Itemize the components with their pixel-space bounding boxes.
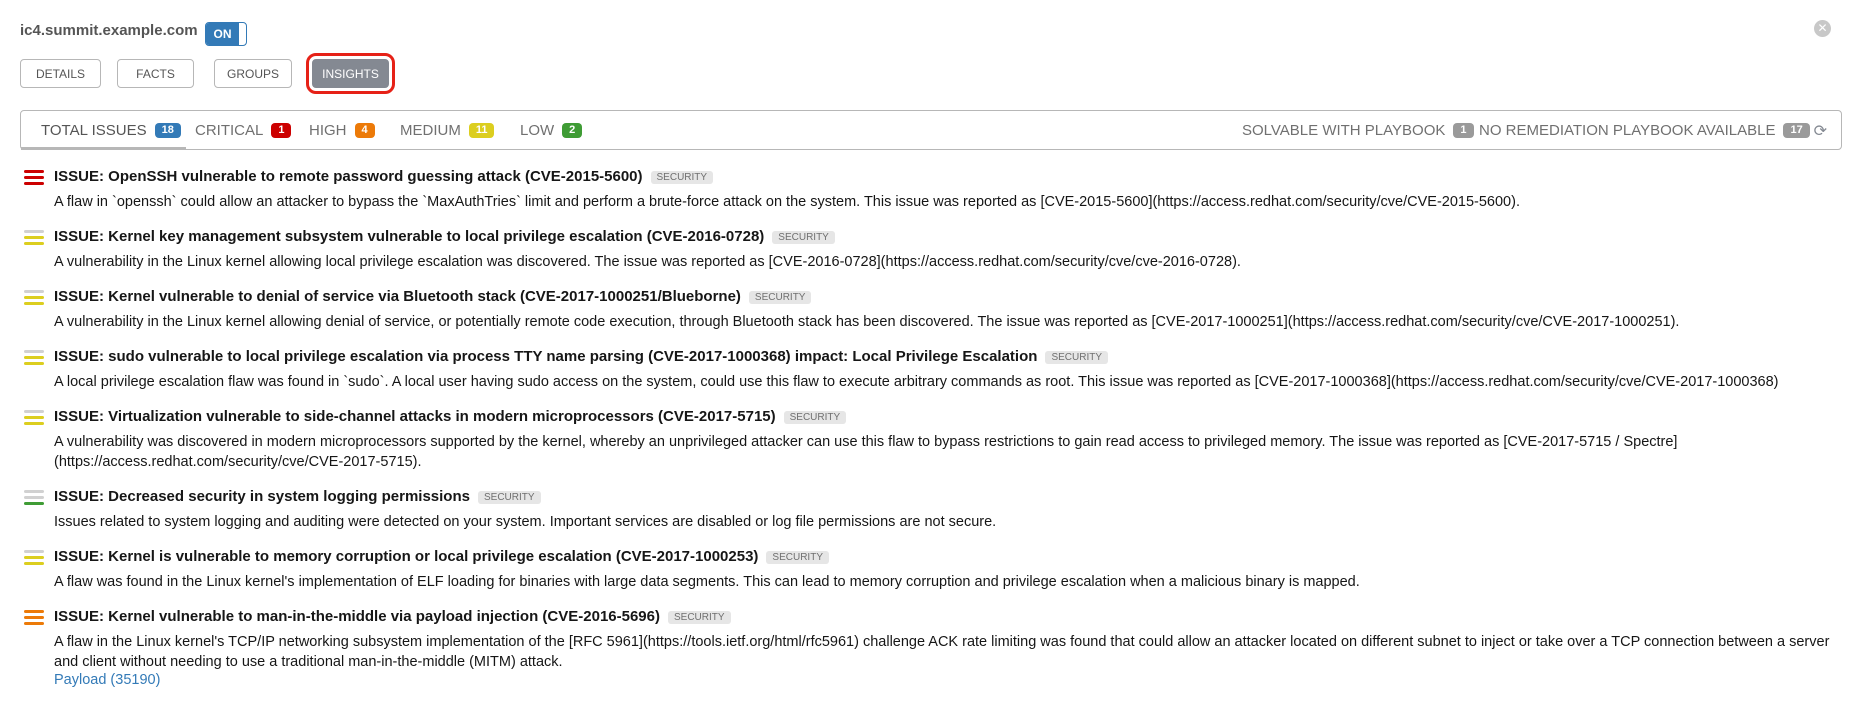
- issue-description: A flaw was found in the Linux kernel's i…: [54, 574, 1360, 590]
- filter-high[interactable]: HIGH 4: [309, 111, 375, 149]
- issue-title[interactable]: ISSUE: sudo vulnerable to local privileg…: [54, 348, 1108, 365]
- issue-title-text: ISSUE: Virtualization vulnerable to side…: [54, 408, 776, 425]
- filter-high-label: HIGH: [309, 121, 347, 139]
- security-tag: SECURITY: [783, 411, 847, 424]
- security-tag: SECURITY: [772, 231, 835, 244]
- issue-description: A vulnerability in the Linux kernel allo…: [54, 314, 1680, 330]
- issue-title-text: ISSUE: Kernel vulnerable to denial of se…: [54, 288, 741, 305]
- tab-insights[interactable]: INSIGHTS: [306, 53, 395, 94]
- total-count-badge: 18: [154, 122, 181, 138]
- issue-description: A flaw in the Linux kernel's TCP/IP netw…: [54, 634, 1830, 670]
- issue-title-text: ISSUE: Kernel vulnerable to man-in-the-m…: [54, 608, 660, 625]
- issue-title-text: ISSUE: sudo vulnerable to local privileg…: [54, 348, 1038, 365]
- selected-filter-indicator: [21, 147, 186, 150]
- filter-critical-label: CRITICAL: [195, 121, 264, 139]
- issue-description: A vulnerability in the Linux kernel allo…: [54, 254, 1241, 270]
- host-name: ic4.summit.example.com: [20, 22, 198, 39]
- close-icon[interactable]: ✕: [1814, 20, 1831, 37]
- issue-title[interactable]: ISSUE: Kernel vulnerable to man-in-the-m…: [54, 608, 731, 625]
- issue-description: A local privilege escalation flaw was fo…: [54, 374, 1779, 390]
- severity-medium-icon: [24, 230, 44, 250]
- filter-low[interactable]: LOW 2: [520, 111, 583, 149]
- security-tag: SECURITY: [748, 291, 812, 304]
- toggle-on-label: ON: [206, 23, 239, 45]
- issue-title-text: ISSUE: OpenSSH vulnerable to remote pass…: [54, 168, 643, 185]
- tab-details[interactable]: DETAILS: [20, 59, 101, 88]
- issue-title-text: ISSUE: Kernel key management subsystem v…: [54, 228, 765, 245]
- issue-title-text: ISSUE: Decreased security in system logg…: [54, 488, 470, 505]
- filter-critical[interactable]: CRITICAL 1: [195, 111, 292, 149]
- medium-count-badge: 11: [468, 122, 495, 138]
- filter-medium-label: MEDIUM: [400, 121, 461, 139]
- severity-critical-icon: [24, 170, 44, 190]
- filter-medium[interactable]: MEDIUM 11: [400, 111, 495, 149]
- severity-medium-icon: [24, 290, 44, 310]
- filter-solvable-label: SOLVABLE WITH PLAYBOOK: [1242, 121, 1446, 139]
- host-enabled-toggle[interactable]: ON: [205, 22, 247, 46]
- issue-description: A vulnerability was discovered in modern…: [54, 434, 1678, 470]
- severity-medium-icon: [24, 410, 44, 430]
- security-tag: SECURITY: [477, 491, 541, 504]
- issue-description: Issues related to system logging and aud…: [54, 514, 997, 530]
- issue-title-text: ISSUE: Kernel is vulnerable to memory co…: [54, 548, 759, 565]
- high-count-badge: 4: [354, 122, 375, 138]
- severity-filter-bar: TOTAL ISSUES 18 CRITICAL 1 HIGH 4 MEDIUM…: [20, 110, 1842, 150]
- filter-total-issues[interactable]: TOTAL ISSUES 18: [41, 111, 181, 149]
- solvable-count-badge: 1: [1453, 122, 1474, 138]
- issue-title[interactable]: ISSUE: Decreased security in system logg…: [54, 488, 541, 505]
- tab-facts[interactable]: FACTS: [117, 59, 194, 88]
- critical-count-badge: 1: [271, 122, 292, 138]
- filter-total-label: TOTAL ISSUES: [41, 121, 147, 139]
- issue-title[interactable]: ISSUE: Kernel vulnerable to denial of se…: [54, 288, 812, 305]
- issue-title[interactable]: ISSUE: Virtualization vulnerable to side…: [54, 408, 847, 425]
- filter-solvable-with-playbook[interactable]: SOLVABLE WITH PLAYBOOK 1: [1242, 111, 1474, 149]
- issue-title[interactable]: ISSUE: Kernel is vulnerable to memory co…: [54, 548, 829, 565]
- severity-medium-icon: [24, 550, 44, 570]
- security-tag: SECURITY: [650, 171, 714, 184]
- security-tag: SECURITY: [1045, 351, 1108, 364]
- severity-low-icon: [24, 490, 44, 510]
- security-tag: SECURITY: [766, 551, 829, 564]
- no-playbook-count-badge: 17: [1783, 122, 1810, 138]
- filter-low-label: LOW: [520, 121, 555, 139]
- issue-title[interactable]: ISSUE: Kernel key management subsystem v…: [54, 228, 835, 245]
- payload-link[interactable]: Payload (35190): [54, 672, 160, 688]
- filter-no-remediation-playbook[interactable]: NO REMEDIATION PLAYBOOK AVAILABLE 17: [1479, 111, 1810, 149]
- host-header: ic4.summit.example.com ON ✕: [20, 20, 1843, 50]
- filter-no-playbook-label: NO REMEDIATION PLAYBOOK AVAILABLE: [1479, 121, 1776, 139]
- severity-medium-icon: [24, 350, 44, 370]
- tab-groups[interactable]: GROUPS: [214, 59, 292, 88]
- issue-title[interactable]: ISSUE: OpenSSH vulnerable to remote pass…: [54, 168, 714, 185]
- low-count-badge: 2: [562, 122, 583, 138]
- issue-description: A flaw in `openssh` could allow an attac…: [54, 194, 1520, 210]
- severity-high-icon: [24, 610, 44, 630]
- refresh-icon[interactable]: ⟳: [1814, 121, 1827, 141]
- security-tag: SECURITY: [667, 611, 731, 624]
